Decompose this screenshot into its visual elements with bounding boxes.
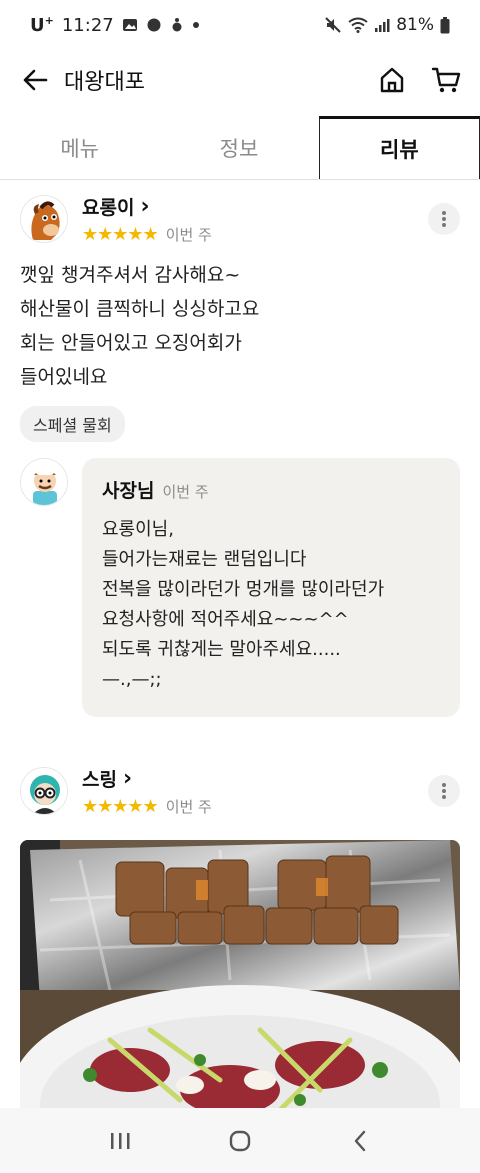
review-text: 깻잎 챙겨주셔서 감사해요~ 해산물이 큼찍하니 싱싱하고요 회는 안들어있고 … [20, 264, 260, 388]
review-date: 이번 주 [165, 226, 212, 244]
status-left: U+ 11:27 [30, 14, 200, 36]
chevron-right-icon: › [122, 766, 133, 791]
carrier-label: U+ [30, 14, 54, 36]
review-header: 스링 › ★★★★★ 이번 주 [20, 765, 460, 817]
review-date: 이번 주 [165, 798, 212, 816]
rating-row: ★★★★★ 이번 주 [82, 224, 212, 245]
star-rating: ★★★★★ [82, 224, 159, 245]
system-nav-bar [0, 1108, 480, 1173]
more-vertical-icon [442, 211, 446, 227]
avatar[interactable] [20, 195, 68, 243]
home-nav-button[interactable] [220, 1121, 260, 1161]
reply-text: 요롱이님, 들어가는재료는 랜덤입니다 전복을 많이라던가 멍개를 많이라던가 … [102, 519, 385, 690]
rating-row: ★★★★★ 이번 주 [82, 796, 212, 817]
back-nav-button[interactable] [340, 1121, 380, 1161]
tab-menu[interactable]: 메뉴 [0, 116, 159, 179]
ordered-menu-chip[interactable]: 스페셜 물회 [20, 406, 125, 442]
cart-icon [431, 67, 461, 93]
gallery-icon [122, 17, 138, 33]
status-bar: U+ 11:27 81% [0, 0, 480, 50]
review-user-info: 스링 › ★★★★★ 이번 주 [82, 765, 212, 817]
star-rating: ★★★★★ [82, 796, 159, 817]
tab-info[interactable]: 정보 [159, 116, 318, 179]
recent-apps-button[interactable] [100, 1121, 140, 1161]
review-header: 요롱이 › ★★★★★ 이번 주 [20, 193, 460, 245]
tab-reviews[interactable]: 리뷰 [318, 116, 480, 179]
app-header: 대왕대포 [0, 50, 480, 110]
review-user-info: 요롱이 › ★★★★★ 이번 주 [82, 193, 212, 245]
back-button[interactable] [18, 63, 52, 97]
back-chevron-icon [354, 1130, 366, 1151]
reviewer-name: 스링 [82, 769, 117, 791]
review-item: 스링 › ★★★★★ 이번 주 [0, 766, 480, 1120]
home-icon [380, 67, 404, 93]
mute-icon [324, 16, 342, 34]
more-options-button[interactable] [428, 203, 460, 235]
recent-apps-icon [111, 1132, 130, 1149]
app-notification-icon [170, 17, 184, 33]
reviewer-name-link[interactable]: 요롱이 › [82, 193, 212, 220]
back-arrow-icon [23, 69, 48, 91]
owner-avatar [20, 458, 68, 506]
tab-bar: 메뉴 정보 리뷰 [0, 116, 480, 180]
dot-icon [192, 21, 200, 29]
home-button[interactable] [376, 64, 408, 96]
status-time: 11:27 [61, 14, 114, 36]
battery-percent: 81% [396, 15, 434, 35]
owner-reply: 사장님 이번 주 요롱이님, 들어가는재료는 랜덤입니다 전복을 많이라던가 멍… [20, 458, 460, 717]
chevron-right-icon: › [140, 194, 150, 219]
review-item: 요롱이 › ★★★★★ 이번 주 깻잎 챙겨주셔서 감사해요~ 해산물이 큼찍하… [0, 194, 480, 717]
store-title: 대왕대포 [64, 70, 145, 95]
status-right: 81% [324, 15, 450, 35]
review-photo[interactable] [20, 840, 460, 1120]
reply-header: 사장님 이번 주 [102, 476, 440, 503]
home-circle-icon [229, 1130, 251, 1151]
avatar[interactable] [20, 767, 68, 815]
more-options-button[interactable] [428, 775, 460, 807]
reviewer-name-link[interactable]: 스링 › [82, 765, 212, 792]
owner-label: 사장님 [102, 480, 155, 502]
reply-date: 이번 주 [162, 483, 209, 501]
header-actions [376, 64, 462, 96]
signal-icon [374, 17, 390, 33]
wifi-icon [348, 17, 368, 33]
reply-bubble: 사장님 이번 주 요롱이님, 들어가는재료는 랜덤입니다 전복을 많이라던가 멍… [82, 458, 460, 717]
reviewer-name: 요롱이 [82, 197, 135, 219]
cart-button[interactable] [430, 64, 462, 96]
battery-icon [440, 16, 450, 34]
more-vertical-icon [442, 783, 446, 799]
chat-icon [146, 17, 162, 33]
